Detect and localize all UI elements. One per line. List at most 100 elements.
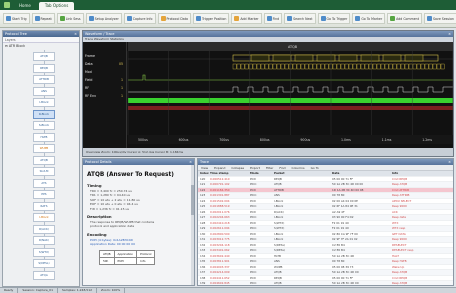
- tree-block[interactable]: ATQB: [33, 155, 55, 165]
- data-bit: [404, 63, 409, 70]
- table-cell: Resp ATQB: [392, 281, 408, 285]
- table-cell: C2 E0 B4: [332, 242, 345, 247]
- toolbar-button[interactable]: Start Trig: [3, 13, 30, 24]
- trace-toolbar-button[interactable]: Export: [250, 165, 260, 170]
- tree-block[interactable]: WUPB: [33, 144, 55, 153]
- tree-block[interactable]: ATS: [33, 178, 55, 188]
- tree-block[interactable]: R-Block: [33, 109, 55, 119]
- table-cell: GET DATA: [392, 231, 406, 236]
- timing-line: Fdt = 1,236 fc = 91.15 us: [90, 206, 129, 211]
- description-title: Description: [87, 214, 112, 220]
- comment-icon: [390, 16, 396, 21]
- close-icon[interactable]: ×: [74, 31, 77, 37]
- table-cell: PCD: [250, 187, 256, 192]
- tree-block[interactable]: RATS: [33, 201, 55, 211]
- data-bit: [408, 63, 413, 70]
- waveform-canvas[interactable]: ATQB 500us 600us 700us 800us 900us 1.0ms…: [83, 42, 453, 148]
- tree-block[interactable]: ATTRIB: [33, 75, 55, 84]
- table-cell: HLTB: [274, 253, 281, 258]
- table-cell: 03 90 00 F4 D2: [332, 215, 354, 219]
- tree-block[interactable]: R(NAK): [33, 236, 55, 245]
- table-cell: 0.004411.652: [210, 275, 230, 280]
- toolbar-button[interactable]: Find: [263, 13, 283, 24]
- tree-block[interactable]: ANS: [33, 86, 55, 96]
- table-cell: PICC: [250, 270, 257, 274]
- description-line: protocol and application data: [90, 224, 135, 229]
- table-cell: F2 01 91 40: [332, 226, 349, 230]
- tree-block[interactable]: PPS: [33, 190, 55, 199]
- table-row[interactable]: 139 0.004602.845 PICC ATQB 50 1A 2B 3C 4D 00…: [198, 281, 453, 285]
- trace-toolbar-button[interactable]: Collapse: [231, 165, 244, 170]
- data-bit: [316, 63, 321, 70]
- close-icon[interactable]: ×: [448, 159, 451, 165]
- ribbon-tab-home[interactable]: Home: [13, 2, 37, 10]
- table-cell: 1D 1A 2B 3C 4D 00 08: [332, 187, 364, 192]
- table-cell: S(DESL): [274, 242, 286, 247]
- table-cell: DESELECT: [392, 242, 407, 247]
- data-bit: [360, 63, 365, 70]
- data-bit: [240, 63, 245, 70]
- toolbar-button[interactable]: Add Marker: [231, 13, 262, 24]
- waveform-body[interactable]: Frame Data 05 Mod Field 1 RF 1 RF Env 1 ATQB: [83, 42, 453, 148]
- trace-toolbar-button[interactable]: View: [201, 165, 208, 170]
- table-cell: 05 00 00 71 FF: [332, 176, 354, 181]
- data-bit: [432, 63, 437, 70]
- time-tick-label: 1.1ms: [382, 138, 392, 142]
- trace-toolbar-button[interactable]: Expand: [214, 165, 225, 170]
- toolbar-button[interactable]: Go To Marker: [352, 13, 386, 24]
- trace-toolbar-button[interactable]: Columns: [292, 165, 305, 170]
- toolbar-button[interactable]: Capture Info: [123, 13, 156, 24]
- toolbar-button[interactable]: Repeat: [31, 13, 55, 24]
- protocol-heading: ATQB (Answer To Request): [87, 172, 174, 178]
- toolbar-button[interactable]: Save Session: [423, 13, 456, 24]
- time-axis: [128, 135, 453, 144]
- table-cell: 00 78 80: [332, 193, 345, 197]
- tree-block[interactable]: I-Block: [33, 213, 55, 222]
- data-bit: [420, 63, 425, 70]
- table-cell: A2 A9 4F: [332, 209, 345, 214]
- tree-block[interactable]: HLTB: [33, 132, 55, 142]
- trace-toolbar-button[interactable]: Find: [279, 165, 285, 170]
- table-cell: PICC: [250, 259, 257, 263]
- ribbon-tab-options[interactable]: Tab Options: [38, 2, 75, 10]
- save-icon: [426, 16, 432, 21]
- table-cell: 0.002410.218: [210, 220, 230, 225]
- status-bar: Ready Session: Capture_01 Samples: 1,248…: [0, 287, 456, 293]
- trace-toolbar-button[interactable]: Go To: [311, 165, 319, 170]
- table-cell: I-Block: [274, 204, 284, 208]
- tree-block[interactable]: REQB: [33, 63, 55, 73]
- tree-block[interactable]: S-Block: [33, 121, 55, 130]
- encoding-line[interactable]: Application Data: 00 00 00 00: [87, 242, 190, 246]
- table-cell: 131: [200, 237, 206, 241]
- tree-block[interactable]: R(ACK): [33, 224, 55, 234]
- tree-block[interactable]: Slot-M: [33, 167, 55, 176]
- tree-block[interactable]: ATQB: [33, 52, 55, 61]
- data-bit: [260, 63, 265, 70]
- data-bit: [336, 63, 341, 70]
- tree-block[interactable]: ATQA: [33, 270, 55, 280]
- toolbar-button[interactable]: Trigger Position: [192, 13, 230, 24]
- table-cell: 0.001184.350: [210, 187, 230, 192]
- table-cell: Cmd REQB: [392, 176, 408, 181]
- trace-toolbar-button[interactable]: Filter: [266, 165, 273, 170]
- scrollbar-thumb[interactable]: [191, 185, 194, 215]
- toolbar-button[interactable]: Protocol Data: [157, 13, 191, 24]
- close-icon[interactable]: ×: [448, 31, 451, 37]
- protocol-content: ATQB (Answer To Request) Timing TR0 = 3,…: [83, 165, 194, 268]
- status-item: Ready: [0, 288, 19, 293]
- toolbar-button[interactable]: Go To Trigger: [317, 13, 351, 24]
- tree-root[interactable]: ⊟ ATR Block: [3, 43, 79, 50]
- toolbar-button[interactable]: Add Comment: [387, 13, 422, 24]
- tree-block[interactable]: S(WTX): [33, 247, 55, 257]
- tree-block[interactable]: I-Block: [33, 98, 55, 107]
- time-tick-label: 1.2ms: [422, 138, 432, 142]
- table-cell: PICC: [250, 215, 257, 219]
- toolbar-button[interactable]: Setup Analyzer: [85, 13, 122, 24]
- vertical-scrollbar[interactable]: [191, 165, 194, 285]
- tree-block[interactable]: S(DESL): [33, 259, 55, 268]
- data-bit: [332, 63, 337, 70]
- toolbar-button[interactable]: Link Sess: [56, 13, 84, 24]
- data-bit: [412, 63, 417, 70]
- toolbar-button[interactable]: Search Next: [284, 13, 316, 24]
- timing-title: Timing: [87, 183, 102, 188]
